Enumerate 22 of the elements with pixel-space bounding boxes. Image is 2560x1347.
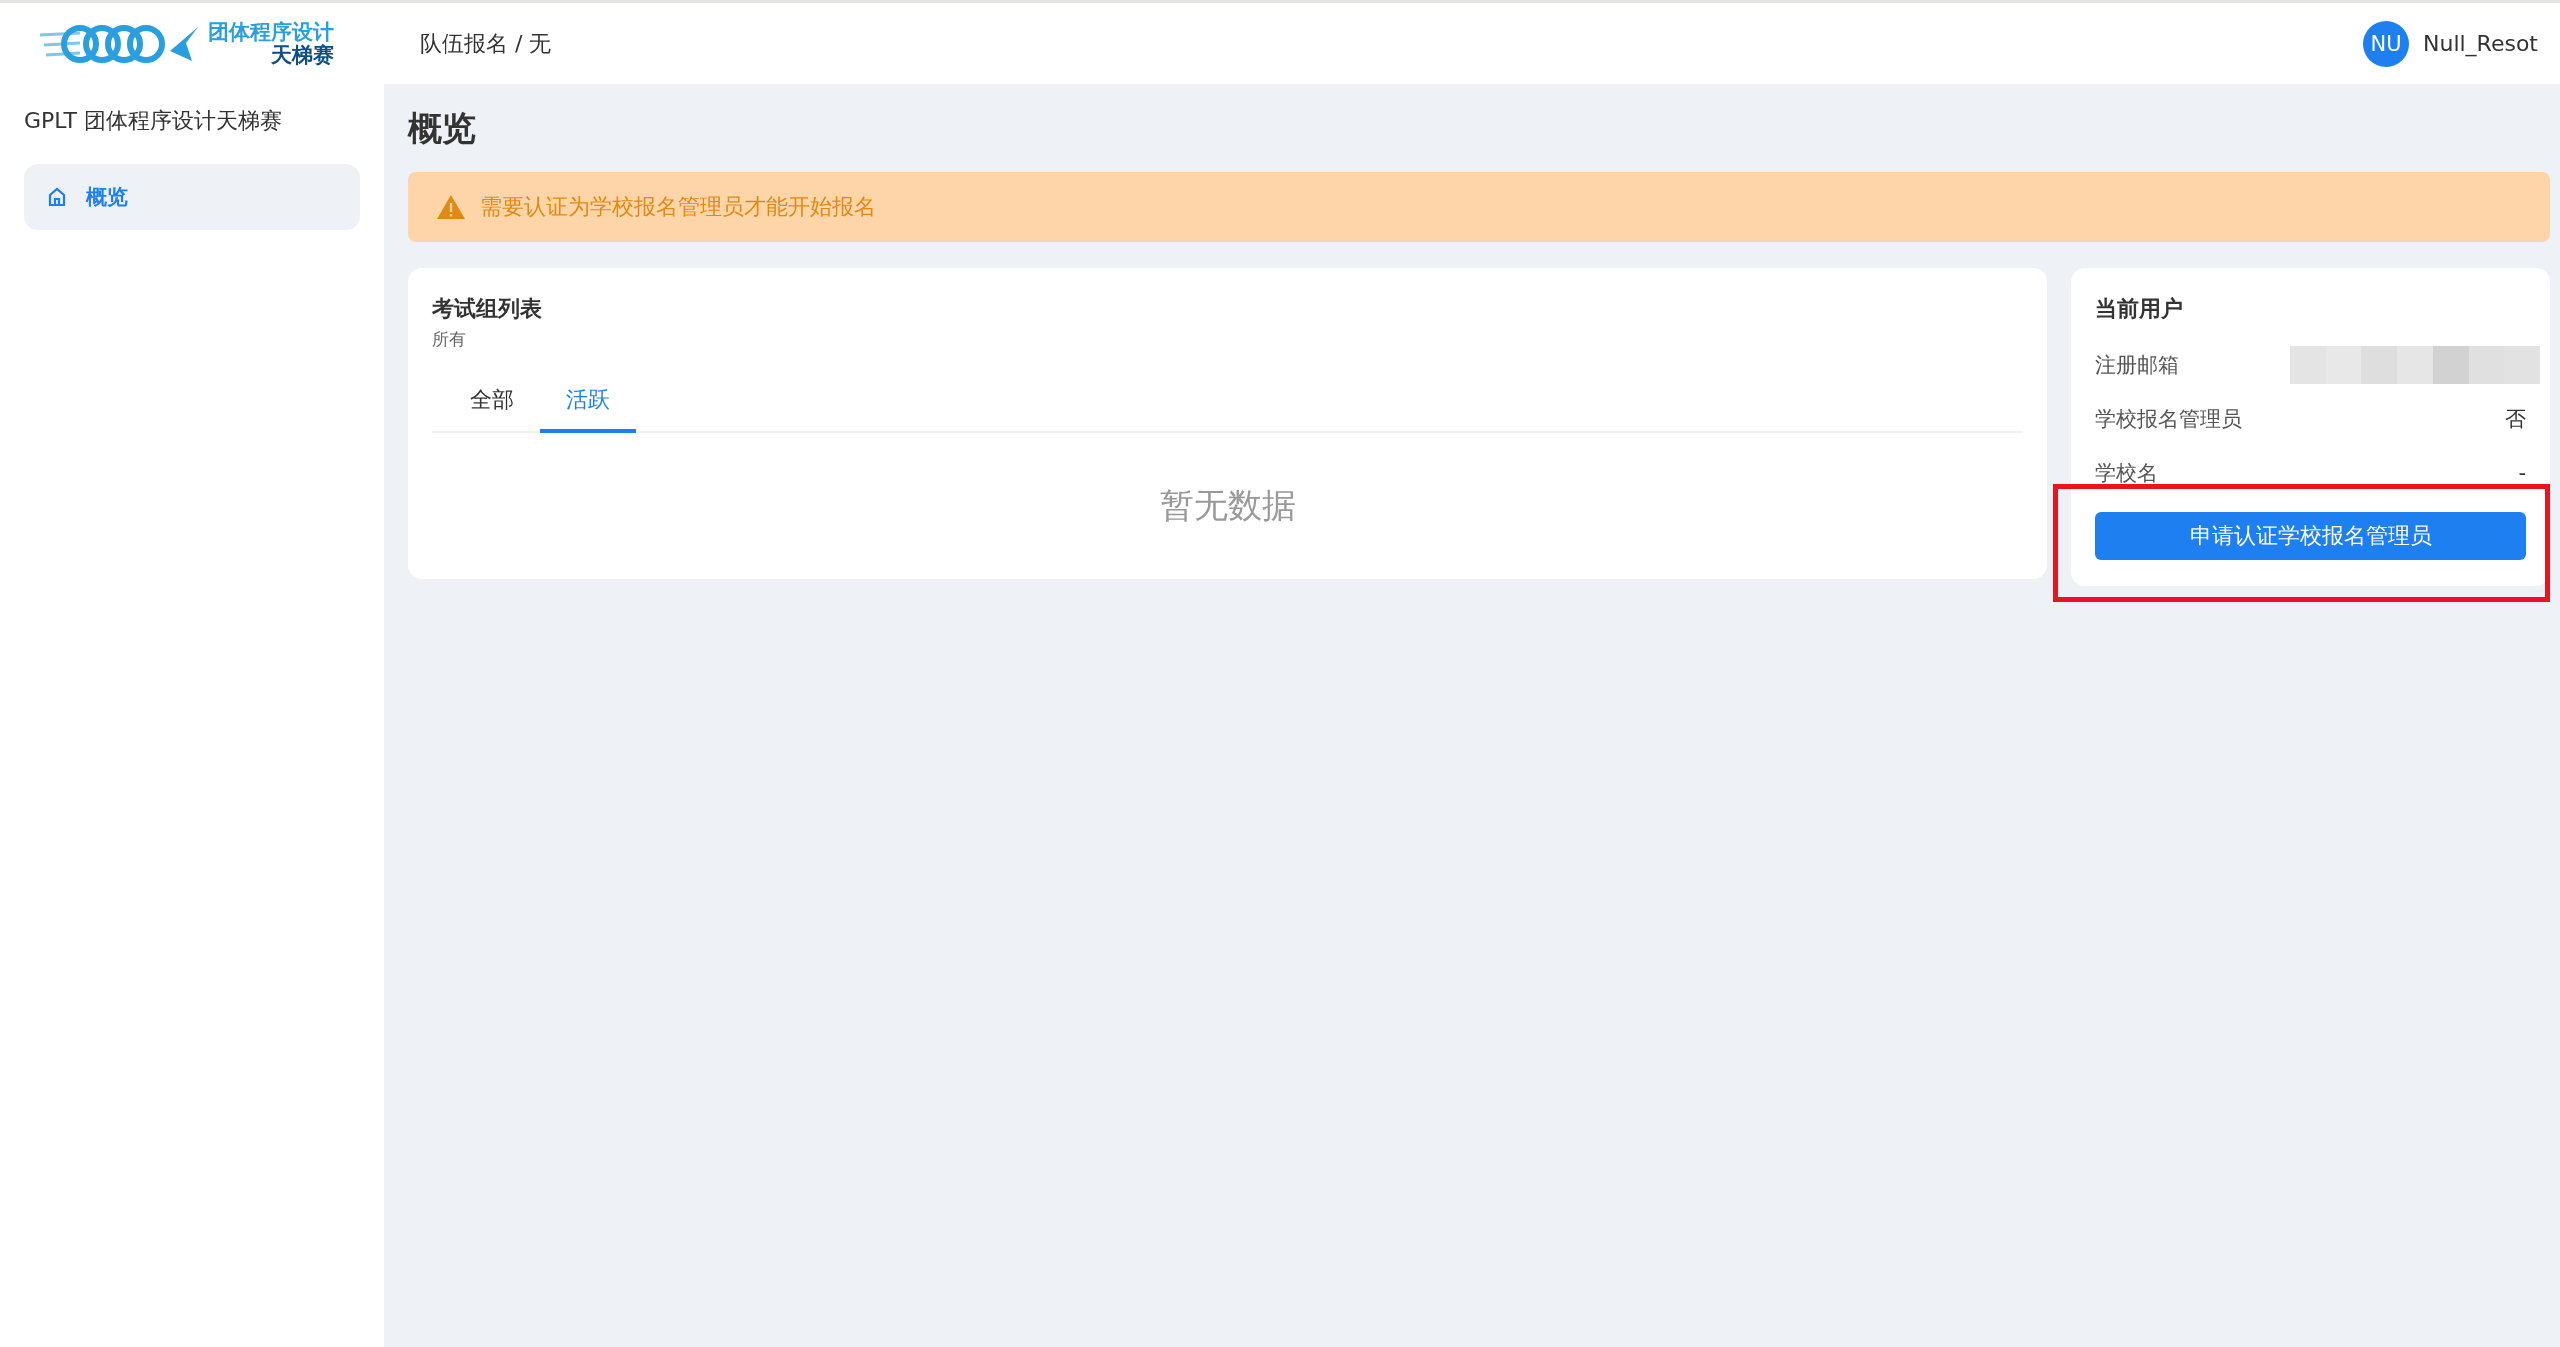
card-title: 考试组列表 [432,295,543,323]
sidebar-title: GPLT 团体程序设计天梯赛 [24,107,283,135]
user-avatar[interactable]: NU [2363,20,2409,67]
info-label: 学校报名管理员 [2095,406,2242,433]
logo-text: 团体程序设计 天梯赛 [208,21,334,66]
page-title: 概览 [408,107,477,150]
warning-icon [436,194,466,220]
home-icon [48,187,66,207]
user-name[interactable]: Null_Resot [2423,31,2538,56]
breadcrumb: 队伍报名 / 无 [420,29,552,58]
card-subtitle: 所有 [432,328,467,351]
card-title: 当前用户 [2095,295,2184,323]
tab[interactable]: 全部 [444,373,540,433]
info-value: - [2518,461,2526,485]
alert-text: 需要认证为学校报名管理员才能开始报名 [480,193,876,221]
info-label: 注册邮箱 [2095,352,2179,379]
info-value: 否 [2505,406,2526,433]
apply-admin-button[interactable]: 申请认证学校报名管理员 [2095,512,2526,560]
tab[interactable]: 活跃 [540,373,636,433]
info-label: 学校名 [2095,460,2158,487]
sidebar-item[interactable]: 概览 [24,164,360,230]
empty-text: 暂无数据 [1158,484,1297,527]
